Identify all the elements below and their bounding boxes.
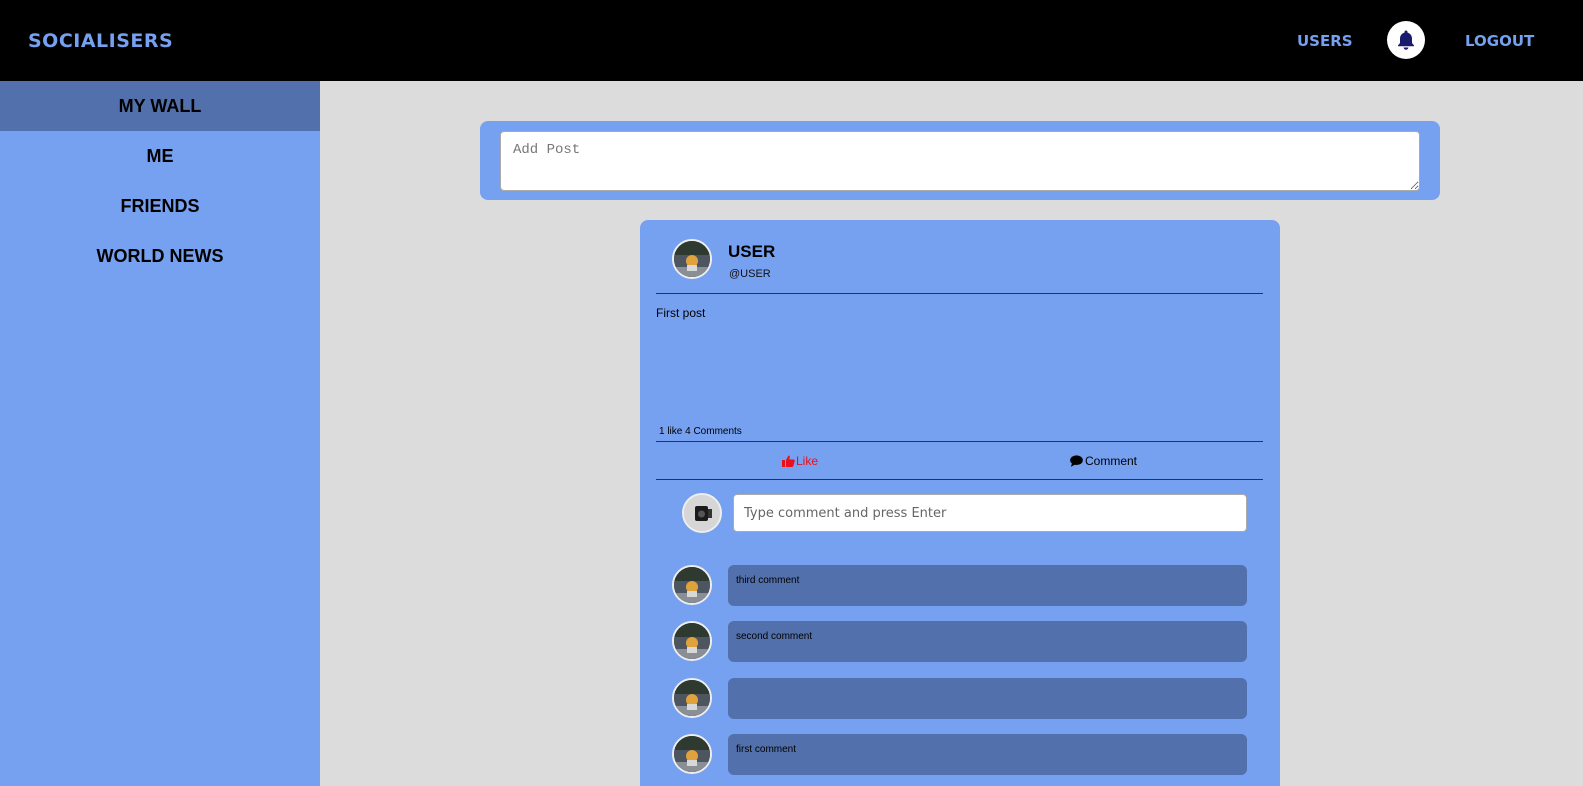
comment-item: first comment: [672, 734, 1247, 775]
post-author-handle: @USER: [729, 268, 771, 280]
comment-text: first comment: [728, 734, 1247, 775]
user-photo-icon: [674, 567, 710, 603]
add-post-input[interactable]: [500, 131, 1420, 191]
users-link[interactable]: USERS: [1297, 32, 1353, 50]
post-text: First post: [656, 306, 706, 320]
like-label: Like: [796, 454, 819, 468]
brand-logo[interactable]: SOCIALISERS: [28, 30, 173, 52]
bell-icon: [1398, 30, 1414, 50]
comment-text: third comment: [728, 565, 1247, 606]
divider: [656, 441, 1263, 442]
user-photo-icon: [674, 623, 710, 659]
post-author-name[interactable]: USER: [728, 242, 775, 262]
sidebar-item-my-wall[interactable]: MY WALL: [0, 81, 320, 131]
avatar[interactable]: [672, 734, 712, 774]
comment-item: [672, 678, 1247, 719]
comment-button[interactable]: Comment: [1070, 454, 1137, 468]
avatar[interactable]: [672, 565, 712, 605]
notifications-button[interactable]: [1387, 21, 1425, 59]
comment-bubble-icon: [1070, 455, 1083, 467]
current-user-avatar[interactable]: [682, 493, 722, 533]
user-photo-icon: [674, 680, 710, 716]
comment-item: third comment: [672, 565, 1247, 606]
divider: [656, 479, 1263, 480]
user-photo-icon: [674, 736, 710, 772]
add-post-panel: [480, 121, 1440, 200]
post-stats[interactable]: 1 like 4 Comments: [659, 426, 742, 437]
sidebar: MY WALL ME FRIENDS WORLD NEWS: [0, 81, 320, 786]
thumbs-up-icon: [782, 455, 795, 467]
comment-text: second comment: [728, 621, 1247, 662]
avatar[interactable]: [672, 239, 712, 279]
divider: [656, 293, 1263, 294]
post-card: USER @USER First post 1 like 4 Comments …: [640, 220, 1280, 786]
camera-photo-icon: [684, 495, 720, 531]
sidebar-item-me[interactable]: ME: [0, 131, 320, 181]
comment-item: second comment: [672, 621, 1247, 662]
comment-input[interactable]: [733, 494, 1247, 532]
logout-link[interactable]: LOGOUT: [1465, 32, 1534, 50]
sidebar-item-friends[interactable]: FRIENDS: [0, 181, 320, 231]
comment-text: [728, 678, 1247, 719]
avatar[interactable]: [672, 621, 712, 661]
avatar[interactable]: [672, 678, 712, 718]
like-button[interactable]: Like: [782, 454, 818, 468]
top-navbar: SOCIALISERS USERS LOGOUT: [0, 0, 1583, 81]
sidebar-item-world-news[interactable]: WORLD NEWS: [0, 231, 320, 281]
comment-label: Comment: [1085, 454, 1138, 468]
user-photo-icon: [674, 241, 710, 277]
